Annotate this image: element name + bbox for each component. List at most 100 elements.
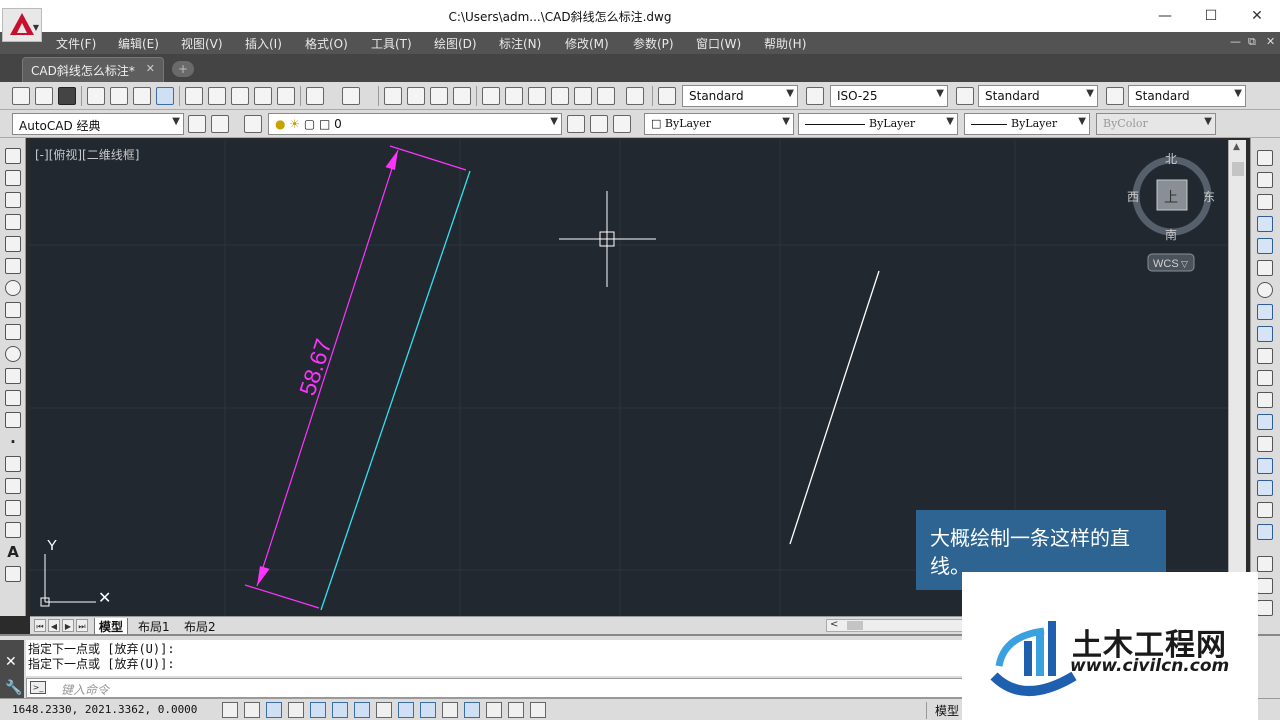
revision-cloud-icon[interactable]: [5, 302, 21, 318]
table-style-select[interactable]: Standard ▼: [978, 85, 1098, 107]
command-input[interactable]: 键入命令: [26, 678, 966, 698]
close-button[interactable]: ✕: [1234, 4, 1280, 28]
trim-icon[interactable]: [1257, 348, 1273, 364]
extend-icon[interactable]: [1257, 370, 1273, 386]
rotate-icon[interactable]: [1257, 282, 1273, 298]
mdi-restore-button[interactable]: ⧉: [1248, 35, 1256, 49]
zoom-window-icon[interactable]: [430, 87, 448, 105]
application-menu-button[interactable]: ▼: [2, 8, 42, 42]
menu-draw[interactable]: 绘图(D): [434, 35, 477, 52]
ellipse-icon[interactable]: [5, 346, 21, 362]
gradient-icon[interactable]: [5, 478, 21, 494]
stretch-icon[interactable]: [1257, 326, 1273, 342]
rectangle-icon[interactable]: [5, 236, 21, 252]
copy-icon[interactable]: [208, 87, 226, 105]
layer-previous-icon[interactable]: [590, 115, 608, 133]
model-space-toggle[interactable]: 模型: [926, 702, 967, 719]
zoom-realtime-icon[interactable]: [407, 87, 425, 105]
menu-tools[interactable]: 工具(T): [371, 35, 412, 52]
viewport-controls-label[interactable]: [-][俯视][二维线框]: [35, 146, 139, 163]
hatch-icon[interactable]: [5, 456, 21, 472]
calculator-icon[interactable]: [597, 87, 615, 105]
polar-tracking-icon[interactable]: [310, 702, 326, 718]
vertical-scrollbar[interactable]: ▲: [1228, 140, 1246, 616]
color-select[interactable]: □ ByLayer ▼: [644, 113, 794, 135]
lineweight-select[interactable]: ByLayer ▼: [964, 113, 1090, 135]
scroll-thumb[interactable]: [1232, 162, 1244, 176]
text-style-select[interactable]: Standard ▼: [682, 85, 798, 107]
block-editor-icon[interactable]: [277, 87, 295, 105]
make-current-layer-icon[interactable]: [567, 115, 585, 133]
workspace-settings-icon[interactable]: [188, 115, 206, 133]
open-file-icon[interactable]: [35, 87, 53, 105]
layer-state-icon[interactable]: [613, 115, 631, 133]
sheet-set-icon[interactable]: [551, 87, 569, 105]
minimize-button[interactable]: —: [1142, 4, 1188, 28]
join-icon[interactable]: [1257, 436, 1273, 452]
next-layout-icon[interactable]: ▶: [62, 619, 74, 632]
menu-modify[interactable]: 修改(M): [565, 35, 609, 52]
mdi-minimize-button[interactable]: —: [1230, 35, 1241, 48]
command-prompt-icon[interactable]: >_: [30, 681, 46, 694]
first-layout-icon[interactable]: ⏮: [34, 619, 46, 632]
send-to-back-icon[interactable]: [1257, 600, 1273, 616]
scroll-left-icon[interactable]: <: [830, 619, 838, 630]
layer-properties-icon[interactable]: [244, 115, 262, 133]
mirror-icon[interactable]: [1257, 194, 1273, 210]
pan-icon[interactable]: [384, 87, 402, 105]
object-snap-tracking-icon[interactable]: [376, 702, 392, 718]
scroll-thumb[interactable]: [847, 621, 863, 630]
tab-layout2[interactable]: 布局2: [180, 618, 220, 635]
selection-cycling-icon[interactable]: [508, 702, 524, 718]
lineweight-display-icon[interactable]: [442, 702, 458, 718]
help-icon[interactable]: [626, 87, 644, 105]
copy-object-icon[interactable]: [1257, 172, 1273, 188]
aligned-dimension[interactable]: 58.67: [244, 145, 467, 609]
erase-icon[interactable]: [1257, 150, 1273, 166]
print-preview-icon[interactable]: [110, 87, 128, 105]
offset-icon[interactable]: [1257, 216, 1273, 232]
last-layout-icon[interactable]: ⏭: [76, 619, 88, 632]
polygon-icon[interactable]: [5, 214, 21, 230]
workspace-lock-icon[interactable]: [211, 115, 229, 133]
chamfer-icon[interactable]: [1257, 458, 1273, 474]
dynamic-input-icon[interactable]: [420, 702, 436, 718]
infer-constraints-icon[interactable]: [222, 702, 238, 718]
print-icon[interactable]: [87, 87, 105, 105]
insert-block-icon[interactable]: [5, 390, 21, 406]
multiline-text-icon[interactable]: A: [5, 544, 21, 560]
ortho-mode-icon[interactable]: [288, 702, 304, 718]
table-icon[interactable]: [5, 522, 21, 538]
undo-icon[interactable]: [306, 87, 324, 105]
array-icon[interactable]: [1257, 238, 1273, 254]
new-file-icon[interactable]: [12, 87, 30, 105]
menu-dimension[interactable]: 标注(N): [499, 35, 541, 52]
document-tab[interactable]: CAD斜线怎么标注* ✕: [22, 57, 164, 82]
menu-format[interactable]: 格式(O): [305, 35, 348, 52]
menu-edit[interactable]: 编辑(E): [118, 35, 159, 52]
linetype-select[interactable]: ByLayer ▼: [798, 113, 958, 135]
multileader-style-select[interactable]: Standard ▼: [1128, 85, 1246, 107]
dynamic-ucs-icon[interactable]: [398, 702, 414, 718]
quick-properties-icon[interactable]: [486, 702, 502, 718]
blend-curves-icon[interactable]: [1257, 502, 1273, 518]
previous-layout-icon[interactable]: ◀: [48, 619, 60, 632]
break-icon[interactable]: [1257, 414, 1273, 430]
workspace-select[interactable]: AutoCAD 经典 ▼: [12, 113, 184, 135]
circle-icon[interactable]: [5, 280, 21, 296]
aligned-line[interactable]: [320, 170, 471, 611]
publish-icon[interactable]: [133, 87, 151, 105]
menu-insert[interactable]: 插入(I): [245, 35, 282, 52]
polyline-icon[interactable]: [5, 192, 21, 208]
close-command-window-icon[interactable]: ✕: [5, 654, 17, 670]
annotation-monitor-icon[interactable]: [530, 702, 546, 718]
coordinate-readout[interactable]: 1648.2330, 2021.3362, 0.0000: [12, 703, 197, 716]
point-icon[interactable]: ·: [5, 434, 21, 450]
transparency-icon[interactable]: [464, 702, 480, 718]
3d-publish-icon[interactable]: [156, 87, 174, 105]
paste-icon[interactable]: [231, 87, 249, 105]
tool-palettes-icon[interactable]: [528, 87, 546, 105]
menu-help[interactable]: 帮助(H): [764, 35, 806, 52]
move-icon[interactable]: [1257, 260, 1273, 276]
layer-select[interactable]: ● ☀ ▢ □ 0 ▼: [268, 113, 562, 135]
